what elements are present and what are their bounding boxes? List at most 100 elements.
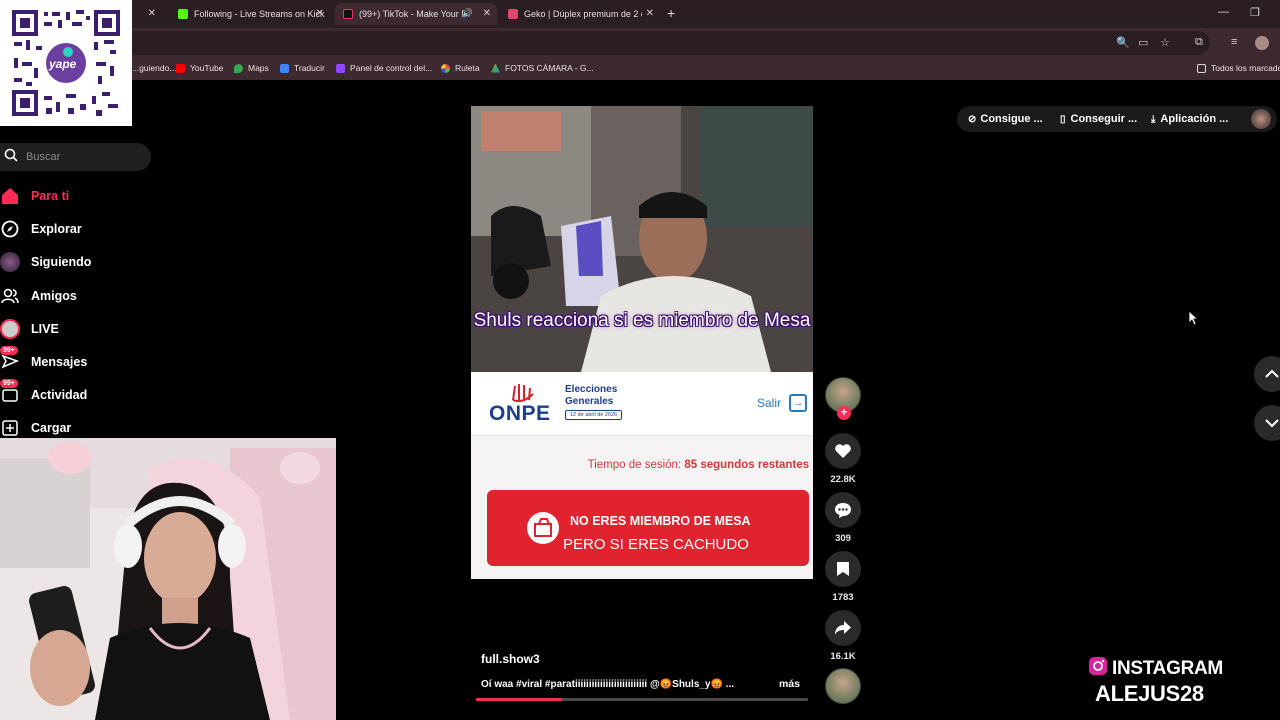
bookmark-all[interactable]: Todos los marcadores bbox=[1197, 63, 1280, 73]
tab-tiktok[interactable]: (99+) TikTok - Make Your Day 🔊 ✕ bbox=[335, 3, 497, 25]
instagram-handle: ALEJUS28 bbox=[1095, 681, 1204, 706]
sidebar-item-para-ti[interactable]: Para ti bbox=[0, 185, 69, 207]
search-placeholder: Buscar bbox=[26, 151, 61, 163]
next-video-button[interactable] bbox=[1254, 405, 1280, 441]
extensions-icon[interactable]: ⧉ bbox=[1195, 36, 1203, 49]
save-button[interactable] bbox=[825, 551, 861, 587]
zoom-icon[interactable]: 🔍 bbox=[1116, 36, 1130, 49]
sidebar-item-actividad[interactable]: 99+ Actividad bbox=[0, 379, 88, 406]
cast-icon[interactable]: ▭ bbox=[1138, 36, 1148, 49]
yape-logo: yape bbox=[49, 57, 77, 71]
sidebar-item-amigos[interactable]: Amigos bbox=[0, 285, 77, 307]
video-author[interactable]: full.show3 bbox=[481, 652, 540, 666]
friends-icon bbox=[0, 286, 20, 306]
close-icon[interactable]: ✕ bbox=[316, 8, 324, 19]
sidebar-item-label: Amigos bbox=[31, 289, 77, 303]
onpe-screenshot: ONPE Elecciones Generales 12 de abril de … bbox=[471, 372, 813, 579]
tab-geko[interactable]: Geko | Dúplex premium de 2 dormitorios ✕ bbox=[500, 3, 660, 25]
sidebar-item-explorar[interactable]: Explorar bbox=[0, 218, 82, 240]
get-app-button[interactable]: ▯ Conseguir ... bbox=[1060, 106, 1137, 132]
minimize-icon[interactable]: — bbox=[1218, 6, 1229, 18]
yape-qr-code: yape bbox=[0, 0, 132, 126]
like-button[interactable] bbox=[825, 433, 861, 469]
video-progress-bar[interactable] bbox=[476, 698, 808, 701]
share-count: 16.1K bbox=[830, 651, 856, 662]
tab-label: Following - Live Streams on Kick bbox=[194, 9, 325, 19]
desktop-app-button[interactable]: ⤓ Aplicación ... bbox=[1151, 106, 1228, 132]
profile-avatar[interactable] bbox=[1255, 36, 1269, 50]
sidebar-item-mensajes[interactable]: 99+ Mensajes bbox=[0, 346, 87, 373]
header-button-label: Consigue ... bbox=[980, 113, 1043, 125]
share-icon bbox=[835, 621, 851, 635]
coin-icon: ⊘ bbox=[968, 113, 977, 125]
star-icon[interactable]: ☆ bbox=[1160, 36, 1170, 49]
streamer-webcam bbox=[0, 438, 336, 720]
video-caption: Shuls reacciona si es miembro de Mesa bbox=[473, 310, 811, 331]
follow-plus-icon[interactable]: + bbox=[837, 406, 851, 420]
get-coins-button[interactable]: ⊘ Consigue ... bbox=[968, 106, 1043, 132]
sound-disc-avatar[interactable] bbox=[825, 668, 861, 704]
bookmarks-bar: ...guiendo... YouTube Maps Traducir Pane… bbox=[0, 58, 1280, 80]
sidebar-item-label: Siguiendo bbox=[31, 255, 92, 269]
messages-icon: 99+ bbox=[0, 346, 20, 372]
video-player[interactable]: Shuls reacciona si es miembro de Mesa ON… bbox=[471, 106, 813, 579]
twitch-icon bbox=[336, 63, 345, 73]
chevron-up-icon bbox=[1265, 369, 1279, 378]
tab-kick[interactable]: Following - Live Streams on Kick ✕ bbox=[170, 3, 330, 25]
messages-badge: 99+ bbox=[0, 346, 18, 355]
webcam-image bbox=[0, 438, 336, 720]
comment-button[interactable] bbox=[825, 492, 861, 528]
media-icon[interactable]: ≡ bbox=[1231, 36, 1237, 48]
onpe-logo: ONPE bbox=[489, 402, 551, 425]
sidebar-item-cargar[interactable]: Cargar bbox=[0, 417, 71, 439]
sidebar-item-live[interactable]: LIVE bbox=[0, 318, 59, 340]
sidebar-item-siguiendo[interactable]: Siguiendo bbox=[0, 251, 91, 273]
tiktok-icon bbox=[343, 9, 353, 19]
onpe-date: 12 de abril de 2026 bbox=[565, 410, 623, 420]
exit-icon: → bbox=[789, 394, 807, 412]
banner-line-1: NO ERES MIEMBRO DE MESA bbox=[570, 514, 751, 528]
omnibox[interactable] bbox=[120, 31, 1210, 55]
share-button[interactable] bbox=[825, 610, 861, 646]
bookmark-youtube[interactable]: YouTube bbox=[176, 63, 223, 73]
new-tab-icon[interactable]: + bbox=[667, 5, 675, 21]
more-button[interactable]: más bbox=[779, 678, 800, 690]
previous-video-button[interactable] bbox=[1254, 356, 1280, 392]
progress-fill bbox=[476, 698, 563, 701]
heart-icon bbox=[835, 444, 851, 458]
youtube-icon bbox=[176, 63, 185, 73]
tab-label: (99+) TikTok - Make Your Day bbox=[359, 9, 469, 19]
folder-icon bbox=[1197, 63, 1206, 73]
instagram-label: INSTAGRAM bbox=[1112, 657, 1223, 679]
bookmark-fotos[interactable]: FOTOS CÁMARA - G... bbox=[491, 63, 594, 73]
sidebar-item-label: Actividad bbox=[31, 388, 88, 402]
session-timer: Tiempo de sesión: 85 segundos restantes bbox=[587, 459, 809, 471]
wheel-icon bbox=[441, 63, 450, 73]
bookmark-ruleta[interactable]: Ruleta bbox=[441, 63, 480, 73]
tab-label: Geko | Dúplex premium de 2 dormitorios bbox=[524, 9, 642, 19]
tab-close-icon[interactable]: ✕ bbox=[140, 3, 160, 25]
search-icon bbox=[4, 148, 18, 167]
speaker-icon[interactable]: 🔊 bbox=[462, 8, 473, 19]
user-avatar[interactable] bbox=[1251, 109, 1271, 129]
bookmark-maps[interactable]: Maps bbox=[234, 63, 269, 73]
comment-count: 309 bbox=[835, 533, 851, 544]
video-description: Oí waa #viral #paratiiiiiiiiiiiiiiiiiiii… bbox=[481, 679, 735, 690]
close-icon[interactable]: ✕ bbox=[646, 8, 654, 19]
close-icon[interactable]: ✕ bbox=[483, 8, 491, 19]
phone-icon: ▯ bbox=[1060, 113, 1066, 125]
bookmark-translate[interactable]: Traducir bbox=[280, 63, 325, 73]
following-avatar-icon bbox=[0, 252, 20, 272]
chevron-down-icon bbox=[1265, 419, 1279, 428]
bookmark-item[interactable]: ...guiendo... bbox=[132, 63, 176, 73]
translate-icon bbox=[280, 63, 289, 73]
bookmark-panel[interactable]: Panel de control del... bbox=[336, 63, 432, 73]
home-icon bbox=[0, 186, 20, 206]
onpe-header: ONPE Elecciones Generales 12 de abril de … bbox=[471, 372, 813, 436]
restore-icon[interactable]: ❐ bbox=[1250, 6, 1260, 19]
search-input[interactable]: Buscar bbox=[0, 143, 151, 171]
activity-icon: 99+ bbox=[0, 379, 20, 405]
mouse-cursor-icon bbox=[1188, 310, 1199, 331]
save-count: 1783 bbox=[832, 592, 854, 603]
screen: ✕ Following - Live Streams on Kick ✕ (99… bbox=[0, 0, 1280, 720]
